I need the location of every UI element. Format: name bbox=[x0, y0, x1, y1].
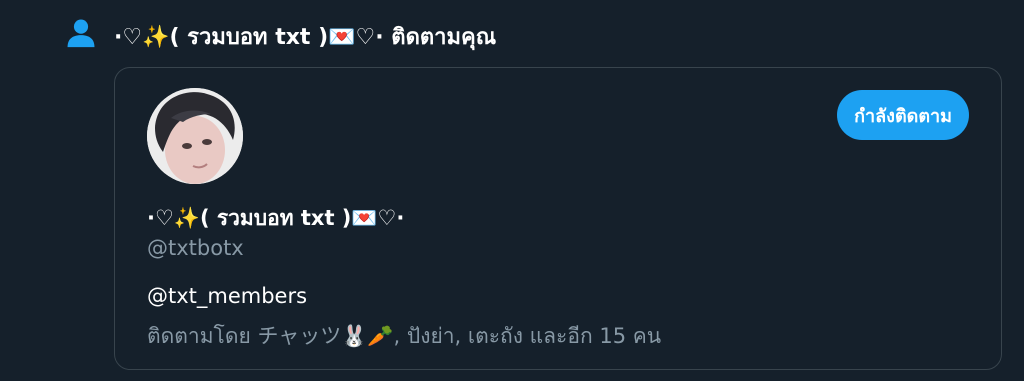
notification-text: ·♡✨( รวมบอท txt )💌♡· ติดตามคุณ bbox=[114, 19, 496, 54]
person-icon bbox=[67, 19, 95, 48]
action-text: ติดตามคุณ bbox=[391, 24, 497, 50]
user-card[interactable]: กำลังติดตาม ·♡✨( รวมบอท txt )💌♡· @txtbot… bbox=[114, 67, 1002, 370]
avatar-image bbox=[147, 88, 243, 184]
avatar[interactable] bbox=[147, 88, 243, 184]
actor-name[interactable]: ·♡✨( รวมบอท txt )💌♡· bbox=[114, 25, 384, 50]
user-handle[interactable]: @txtbotx bbox=[147, 236, 244, 260]
display-name[interactable]: ·♡✨( รวมบอท txt )💌♡· bbox=[147, 202, 404, 235]
follow-notification[interactable]: ·♡✨( รวมบอท txt )💌♡· ติดตามคุณ bbox=[64, 14, 1004, 58]
user-bio: @txt_members bbox=[147, 284, 308, 308]
following-button[interactable]: กำลังติดตาม bbox=[837, 90, 969, 140]
notification-page: ·♡✨( รวมบอท txt )💌♡· ติดตามคุณ กำลังติดต… bbox=[0, 0, 1024, 381]
followed-by-text: ติดตามโดย チャッツ🐰🥕, ปังย่า, เตะถัง และอีก … bbox=[147, 324, 662, 348]
